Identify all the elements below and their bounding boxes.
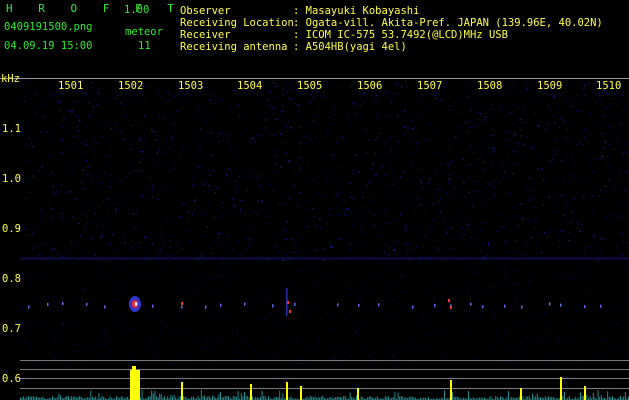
info-key-antenna: Receiving antenna — [180, 41, 288, 53]
y-tick-1-1: 1.1 — [2, 123, 21, 135]
info-value-antenna: : A504HB(yagi 4el) — [293, 41, 407, 53]
spectrogram — [0, 78, 629, 400]
x-tick-1509: 1509 — [537, 80, 563, 92]
x-tick-1505: 1505 — [297, 80, 323, 92]
x-tick-1501: 1501 — [58, 80, 84, 92]
info-value-observer: : Masayuki Kobayashi — [293, 5, 420, 17]
y-tick-0-8: 0.8 — [2, 273, 21, 285]
app-title: H R O F F T — [6, 2, 184, 15]
info-key-observer: Observer — [180, 5, 231, 17]
x-tick-1503: 1503 — [178, 80, 204, 92]
meteor-label: meteor — [125, 26, 163, 38]
y-tick-0-9: 0.9 — [2, 223, 21, 235]
x-tick-1502: 1502 — [118, 80, 144, 92]
app-version: 1.00 — [124, 4, 150, 16]
x-tick-1508: 1508 — [477, 80, 503, 92]
x-tick-1507: 1507 — [417, 80, 443, 92]
signal-bars — [20, 366, 629, 400]
x-tick-1504: 1504 — [237, 80, 263, 92]
info-key-receiver: Receiver — [180, 29, 231, 41]
y-axis-unit: kHz — [1, 73, 20, 85]
noise-field — [20, 82, 629, 368]
y-tick-1-0: 1.0 — [2, 173, 21, 185]
meteor-count: 11 — [138, 40, 151, 52]
file-name: 0409191500.png — [4, 21, 93, 33]
x-tick-1510: 1510 — [596, 80, 622, 92]
y-tick-0-6: 0.6 — [2, 373, 21, 385]
y-tick-0-7: 0.7 — [2, 323, 21, 335]
info-value-location: : Ogata-vill. Akita-Pref. JAPAN (139.96E… — [293, 17, 603, 29]
file-datetime: 04.09.19 15:00 — [4, 40, 93, 52]
frequency-grid — [0, 78, 629, 389]
info-value-receiver: : ICOM IC-575 53.7492(@LCD)MHz USB — [293, 29, 508, 41]
x-tick-1506: 1506 — [357, 80, 383, 92]
info-key-location: Receiving Location — [180, 17, 294, 29]
